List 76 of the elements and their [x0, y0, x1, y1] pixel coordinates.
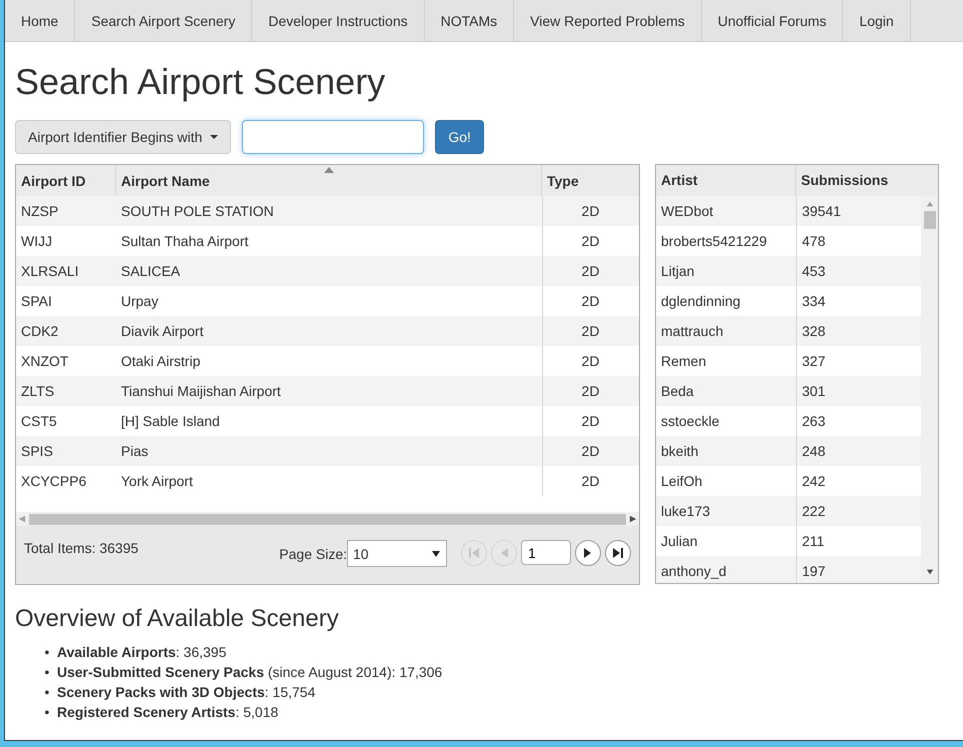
horizontal-scrollbar[interactable] [16, 512, 639, 526]
scroll-down-icon[interactable] [926, 568, 934, 576]
scroll-thumb[interactable] [29, 514, 626, 524]
table-cell-text: anthony_d [660, 562, 728, 581]
table-cell-text: LeifOh [660, 472, 704, 491]
scroll-right-icon[interactable] [629, 515, 637, 523]
overview-item: Available Airports: 36,395 [57, 643, 226, 662]
table-cell-text: mattrauch [660, 322, 724, 341]
filter-dropdown[interactable]: Airport Identifier Begins with [15, 120, 232, 154]
table-cell-text: York Airport [120, 472, 194, 491]
pager-button[interactable] [575, 540, 601, 566]
table-cell-text: Sultan Thaha Airport [120, 232, 250, 251]
search-field[interactable] [242, 120, 424, 154]
list-bullet: • [44, 683, 50, 702]
table-cell-text: broberts5421229 [660, 232, 768, 251]
list-bullet: • [44, 703, 50, 722]
total-items: Total Items: 36395 [24, 540, 138, 556]
table-cell-text: WIJJ [20, 232, 54, 251]
nav-link[interactable]: View Reported Problems [514, 0, 702, 41]
table-cell-text: WEDbot [660, 202, 714, 221]
nav-link[interactable]: Search Airport Scenery [75, 0, 252, 41]
nav-link[interactable]: Unofficial Forums [702, 0, 844, 41]
table-cell-text: Otaki Airstrip [120, 352, 202, 371]
nav-link[interactable]: Home [5, 0, 76, 41]
table-cell-text: Diavik Airport [120, 322, 204, 341]
page-number-field[interactable]: 1 [521, 540, 571, 565]
table-cell-text: CST5 [20, 412, 58, 431]
last-page-icon [612, 547, 624, 559]
page-size-select[interactable]: 10 [347, 540, 447, 567]
table-cell-text: SPIS [20, 442, 54, 461]
scroll-up-icon[interactable] [926, 200, 934, 208]
table-cell-text: sstoeckle [660, 412, 720, 431]
overview-item: Registered Scenery Artists: 5,018 [57, 703, 278, 722]
nav-link[interactable]: Login [843, 0, 911, 41]
table-cell-text: bkeith [660, 442, 700, 461]
table-cell-text: SALICEA [120, 262, 182, 281]
table-cell-text: XCYCPP6 [20, 472, 88, 491]
table-cell: 2D [542, 466, 638, 496]
caret-icon [432, 550, 440, 556]
table-cell-text: Julian [660, 532, 699, 551]
overview-item: Scenery Packs with 3D Objects: 15,754 [57, 683, 316, 702]
table-cell-text: XLRSALI [20, 262, 80, 281]
table-cell-text: Remen [660, 352, 708, 371]
table-cell-text: CDK2 [20, 322, 60, 341]
nav-link[interactable]: Developer Instructions [252, 0, 425, 41]
overview-item: User-Submitted Scenery Packs (since August 2014): 17,306 [57, 663, 442, 682]
pager-button[interactable] [605, 540, 631, 566]
table-cell-text: dglendinning [660, 292, 742, 311]
next-page-icon [583, 547, 593, 559]
table-cell-text: NZSP [20, 202, 60, 221]
list-bullet: • [44, 663, 50, 682]
table-cell-text: luke173 [660, 502, 712, 521]
table-cell-text: XNZOT [20, 352, 70, 371]
table-cell-text: Tianshui Maijishan Airport [120, 382, 282, 401]
table-cell-text: SPAI [20, 292, 53, 311]
table-cell-text: SOUTH POLE STATION [120, 202, 275, 221]
table-cell-text: Beda [660, 382, 695, 401]
vertical-scrollbar[interactable] [921, 196, 938, 583]
page-title: Search Airport Scenery [15, 62, 386, 102]
go-button[interactable]: Go! [435, 120, 484, 154]
table-cell-text: Urpay [120, 292, 160, 311]
caret-icon [210, 135, 218, 139]
scroll-thumb[interactable] [924, 210, 936, 229]
column-header[interactable]: Type [542, 165, 638, 196]
nav-link[interactable]: NOTAMs [424, 0, 514, 41]
table-cell-text: Litjan [660, 262, 696, 281]
list-bullet: • [44, 643, 50, 662]
table-cell-text: [H] Sable Island [120, 412, 221, 431]
section-heading: Overview of Available Scenery [15, 605, 340, 633]
first-page-icon [468, 547, 480, 559]
column-header[interactable]: Submissions [796, 165, 921, 196]
scroll-left-icon[interactable] [18, 515, 26, 523]
page-size-label: Page Size: [279, 546, 347, 562]
table-cell-text: Pias [120, 442, 150, 461]
previous-page-icon [499, 547, 509, 559]
table-cell-text: ZLTS [20, 382, 56, 401]
